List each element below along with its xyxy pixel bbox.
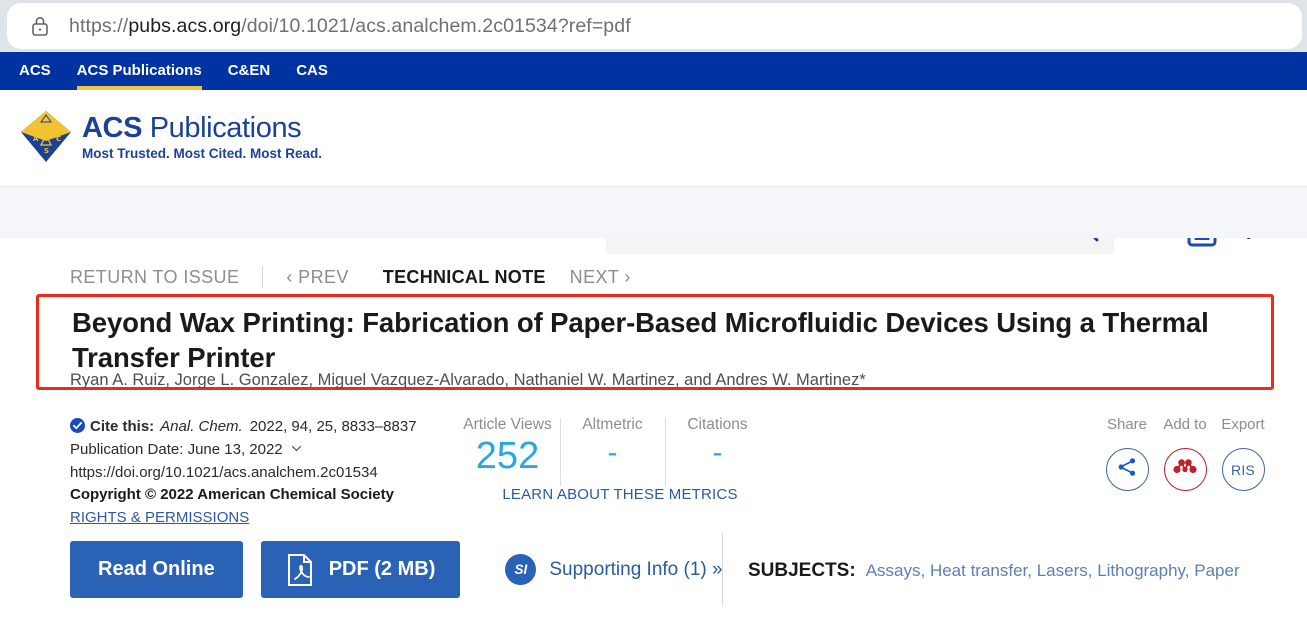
- site-header: A C S ACS Publications Most Trusted. Mos…: [0, 90, 1307, 254]
- metric-label: Citations: [687, 416, 748, 433]
- article-type-label: TECHNICAL NOTE: [382, 266, 546, 287]
- add-to-action: Add to: [1156, 416, 1214, 491]
- subjects-section: SUBJECTS: Assays, Heat transfer, Lasers,…: [748, 560, 1240, 582]
- logo-publications-text: Publications: [149, 111, 302, 144]
- issue-navigation: RETURN TO ISSUE ‹ PREV TECHNICAL NOTE NE…: [70, 266, 631, 288]
- prev-article-link[interactable]: ‹ PREV: [286, 267, 348, 288]
- citation-block: Cite this: Anal. Chem. 2022, 94, 25, 883…: [70, 416, 470, 527]
- cite-this-line: Cite this: Anal. Chem. 2022, 94, 25, 883…: [70, 416, 470, 439]
- mendeley-button[interactable]: [1163, 448, 1207, 491]
- svg-text:C: C: [56, 135, 61, 143]
- metric-label: Altmetric: [582, 416, 643, 433]
- doi-link[interactable]: https://doi.org/10.1021/acs.analchem.2c0…: [70, 462, 470, 485]
- subject-sep: ,: [1027, 561, 1037, 580]
- pdf-button-label: PDF (2 MB): [328, 558, 436, 580]
- publication-date-text: Publication Date: June 13, 2022: [70, 440, 283, 458]
- subjects-list: Assays, Heat transfer, Lasers, Lithograp…: [866, 561, 1240, 581]
- nav-item-cas[interactable]: CAS: [296, 52, 328, 79]
- nav-item-acs-publications[interactable]: ACS Publications: [76, 52, 202, 91]
- rights-and-permissions-link[interactable]: RIGHTS & PERMISSIONS: [70, 509, 249, 526]
- acs-publications-logo[interactable]: A C S ACS Publications Most Trusted. Mos…: [18, 108, 322, 166]
- subject-item-heat-transfer[interactable]: Heat transfer: [930, 561, 1027, 580]
- metric-row: Article Views 252 Altmetric - Citations …: [455, 416, 785, 486]
- subject-sep: ,: [1087, 561, 1098, 580]
- subject-sep: ,: [1184, 561, 1195, 580]
- article-title: Beyond Wax Printing: Fabrication of Pape…: [72, 307, 1209, 373]
- cite-this-label: Cite this:: [90, 418, 155, 435]
- ris-icon-label: RIS: [1231, 461, 1255, 478]
- address-bar[interactable]: https://pubs.acs.org/doi/10.1021/acs.ana…: [7, 3, 1302, 49]
- subject-sep: ,: [920, 561, 930, 580]
- check-circle-icon: [70, 418, 85, 433]
- nav-item-acs[interactable]: ACS: [19, 52, 51, 79]
- article-tools: Share Add to Export RIS: [1098, 416, 1272, 491]
- cite-journal-name: Anal. Chem.: [160, 418, 243, 435]
- subject-item-lasers[interactable]: Lasers: [1037, 561, 1088, 580]
- metric-value: -: [607, 436, 618, 469]
- article-authors: Ryan A. Ruiz, Jorge L. Gonzalez, Miguel …: [70, 371, 866, 389]
- url-text: https://pubs.acs.org/doi/10.1021/acs.ana…: [69, 15, 631, 38]
- cite-detail: 2022, 94, 25, 8833–8837: [249, 418, 417, 435]
- subject-item-assays[interactable]: Assays: [866, 561, 921, 580]
- export-label: Export: [1221, 416, 1265, 433]
- url-path: /doi/10.1021/acs.analchem.2c01534?ref=pd…: [241, 14, 631, 37]
- metric-value: -: [712, 436, 723, 469]
- header-accent-band: [0, 186, 1307, 238]
- next-article-link[interactable]: NEXT ›: [570, 267, 631, 288]
- metric-article-views[interactable]: Article Views 252: [455, 416, 560, 478]
- url-domain: pubs.acs.org: [128, 14, 242, 37]
- si-badge-icon: SI: [505, 554, 537, 585]
- pdf-download-button[interactable]: PDF (2 MB): [260, 541, 461, 598]
- supporting-info-label: Supporting Info (1) »: [549, 558, 723, 580]
- export-action: Export RIS: [1214, 416, 1272, 491]
- share-button[interactable]: [1105, 448, 1149, 491]
- nav-item-cen[interactable]: C&EN: [228, 52, 271, 79]
- pdf-file-icon: [286, 553, 314, 586]
- learn-about-metrics-link[interactable]: LEARN ABOUT THESE METRICS: [455, 486, 785, 503]
- mendeley-icon: [1172, 456, 1198, 483]
- chevron-down-icon[interactable]: [291, 439, 302, 452]
- svg-text:A: A: [33, 135, 39, 143]
- logo-acs-text: ACS: [82, 111, 143, 144]
- publication-date-row[interactable]: Publication Date: June 13, 2022: [70, 439, 470, 462]
- share-label: Share: [1106, 416, 1148, 433]
- article-metrics: Article Views 252 Altmetric - Citations …: [455, 416, 785, 503]
- metric-label: Article Views: [463, 416, 552, 433]
- logo-wordmark: ACS Publications: [82, 111, 322, 144]
- logo-tagline: Most Trusted. Most Cited. Most Read.: [82, 145, 323, 161]
- return-to-issue-link[interactable]: RETURN TO ISSUE: [70, 267, 239, 288]
- issue-nav-divider: [262, 266, 264, 288]
- browser-chrome: https://pubs.acs.org/doi/10.1021/acs.ana…: [0, 0, 1307, 52]
- metric-citations[interactable]: Citations -: [665, 416, 770, 486]
- metric-value: 252: [475, 435, 540, 477]
- url-prefix: https://: [69, 14, 129, 37]
- svg-text:S: S: [44, 147, 49, 155]
- add-to-label: Add to: [1163, 416, 1207, 433]
- share-action: Share: [1098, 416, 1156, 491]
- article-access-buttons: Read Online PDF (2 MB) SI Supporting Inf…: [70, 541, 723, 598]
- export-ris-button[interactable]: RIS: [1221, 448, 1265, 491]
- acs-diamond-logo-icon: A C S: [18, 108, 74, 166]
- copyright-text: Copyright © 2022 American Chemical Socie…: [70, 486, 394, 504]
- subject-item-lithography[interactable]: Lithography: [1097, 561, 1185, 580]
- subjects-label: SUBJECTS:: [748, 560, 856, 581]
- subjects-divider: [722, 533, 723, 606]
- supporting-info-link[interactable]: SI Supporting Info (1) »: [505, 554, 723, 585]
- padlock-icon: [31, 16, 49, 37]
- metric-altmetric[interactable]: Altmetric -: [560, 416, 665, 486]
- share-nodes-icon: [1115, 455, 1139, 484]
- subject-item-paper[interactable]: Paper: [1194, 561, 1239, 580]
- read-online-button[interactable]: Read Online: [70, 541, 243, 598]
- global-nav-bar: ACS ACS Publications C&EN CAS: [0, 52, 1307, 91]
